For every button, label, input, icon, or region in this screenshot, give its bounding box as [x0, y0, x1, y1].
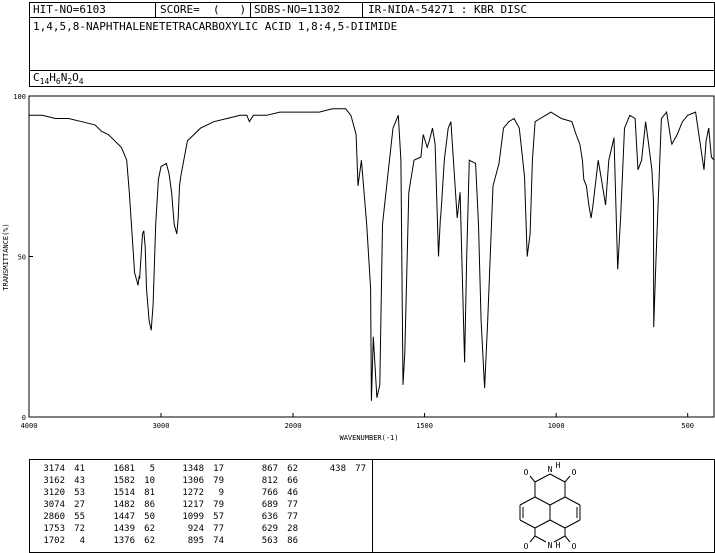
- bond: [549, 519, 566, 529]
- peak-wavenumber: 2860: [43, 512, 65, 522]
- x-tick-label: 1500: [416, 422, 433, 430]
- peak-wavenumber: 1514: [113, 488, 135, 498]
- atom-label: O: [572, 542, 577, 551]
- peak-wavenumber: 1376: [113, 536, 135, 546]
- peak-wavenumber: 3174: [43, 464, 65, 474]
- peak-wavenumber: 689: [261, 500, 278, 510]
- peak-wavenumber: 1753: [43, 524, 65, 534]
- atom-label: H: [556, 541, 561, 550]
- bond: [534, 535, 547, 543]
- peak-wavenumber: 636: [261, 512, 278, 522]
- atom-label: O: [572, 468, 577, 477]
- peak-transmittance: 62: [287, 464, 298, 474]
- peak-transmittance: 77: [287, 500, 298, 510]
- peak-transmittance: 4: [79, 536, 85, 546]
- y-tick-label: 100: [13, 93, 26, 101]
- peak-transmittance: 72: [74, 524, 85, 534]
- peak-transmittance: 41: [74, 464, 85, 474]
- peak-wavenumber: 1702: [43, 536, 65, 546]
- peak-wavenumber: 563: [261, 536, 278, 546]
- peak-transmittance: 50: [144, 512, 155, 522]
- peak-transmittance: 79: [213, 500, 224, 510]
- peak-wavenumber: 1439: [113, 524, 135, 534]
- atom-label: O: [524, 468, 529, 477]
- peak-transmittance: 10: [144, 476, 155, 486]
- peak-wavenumber: 1482: [113, 500, 135, 510]
- bond: [519, 496, 536, 506]
- bond: [564, 519, 581, 529]
- x-axis-label: WAVENUMBER(-1): [339, 434, 398, 442]
- bond: [549, 473, 566, 483]
- peak-wavenumber: 1099: [182, 512, 204, 522]
- peak-wavenumber: 1217: [182, 500, 204, 510]
- peak-transmittance: 55: [74, 512, 85, 522]
- peak-transmittance: 81: [144, 488, 155, 498]
- x-tick-label: 4000: [21, 422, 38, 430]
- peak-transmittance: 79: [213, 476, 224, 486]
- peak-wavenumber: 1582: [113, 476, 135, 486]
- bond: [564, 535, 571, 543]
- x-tick-label: 3000: [153, 422, 170, 430]
- y-axis-label: TRANSMITTANCE(%): [2, 223, 10, 290]
- atom-label: N: [548, 541, 553, 550]
- peak-wavenumber: 3074: [43, 500, 65, 510]
- atom-label: H: [556, 462, 561, 470]
- peak-wavenumber: 766: [261, 488, 278, 498]
- peak-transmittance: 46: [287, 488, 298, 498]
- bond: [519, 519, 536, 529]
- peak-wavenumber: 1681: [113, 464, 135, 474]
- peak-wavenumber: 867: [261, 464, 278, 474]
- peak-wavenumber: 1348: [182, 464, 204, 474]
- ir-spectrum-chart: 0 50 100 4000 3000 2000 1500 1000 500 WAVENUMBE…: [2, 93, 715, 442]
- peak-transmittance: 43: [74, 476, 85, 486]
- peak-transmittance: 28: [287, 524, 298, 534]
- peak-transmittance: 53: [74, 488, 85, 498]
- peak-wavenumber: 1306: [182, 476, 204, 486]
- peak-wavenumber: 438: [329, 464, 346, 474]
- peak-transmittance: 27: [74, 500, 85, 510]
- peak-transmittance: 77: [355, 464, 366, 474]
- bond: [534, 473, 551, 483]
- y-tick-label: 0: [22, 414, 26, 422]
- peak-wavenumber: 812: [261, 476, 278, 486]
- bond: [564, 475, 571, 483]
- peak-transmittance: 77: [287, 512, 298, 522]
- peak-wavenumber: 629: [261, 524, 278, 534]
- bond: [549, 496, 566, 506]
- peak-wavenumber: 3162: [43, 476, 65, 486]
- bond: [534, 496, 551, 506]
- peak-transmittance: 86: [144, 500, 155, 510]
- peak-transmittance: 86: [287, 536, 298, 546]
- peak-transmittance: 62: [144, 524, 155, 534]
- peak-wavenumber: 924: [187, 524, 204, 534]
- y-tick-label: 50: [18, 254, 26, 262]
- peak-wavenumber: 3120: [43, 488, 65, 498]
- x-tick-label: 2000: [285, 422, 302, 430]
- spectrum-line: [29, 108, 715, 401]
- peak-transmittance: 57: [213, 512, 224, 522]
- peak-table-divider: [372, 459, 373, 553]
- peak-transmittance: 9: [218, 488, 224, 498]
- bond: [564, 496, 581, 506]
- peak-transmittance: 77: [213, 524, 224, 534]
- peak-transmittance: 66: [287, 476, 298, 486]
- bond: [529, 535, 536, 543]
- peak-wavenumber: 895: [187, 536, 204, 546]
- x-tick-label: 1000: [548, 422, 565, 430]
- peak-transmittance: 17: [213, 464, 224, 474]
- bond: [529, 475, 536, 483]
- peak-transmittance: 62: [144, 536, 155, 546]
- atom-label: N: [548, 465, 553, 474]
- bond: [534, 519, 551, 529]
- peak-wavenumber: 1447: [113, 512, 135, 522]
- peak-transmittance: 74: [213, 536, 224, 546]
- peak-transmittance: 5: [149, 464, 155, 474]
- molecular-structure: O N H O O N H O: [519, 462, 581, 551]
- x-tick-label: 500: [681, 422, 694, 430]
- peak-wavenumber: 1272: [182, 488, 204, 498]
- atom-label: O: [524, 542, 529, 551]
